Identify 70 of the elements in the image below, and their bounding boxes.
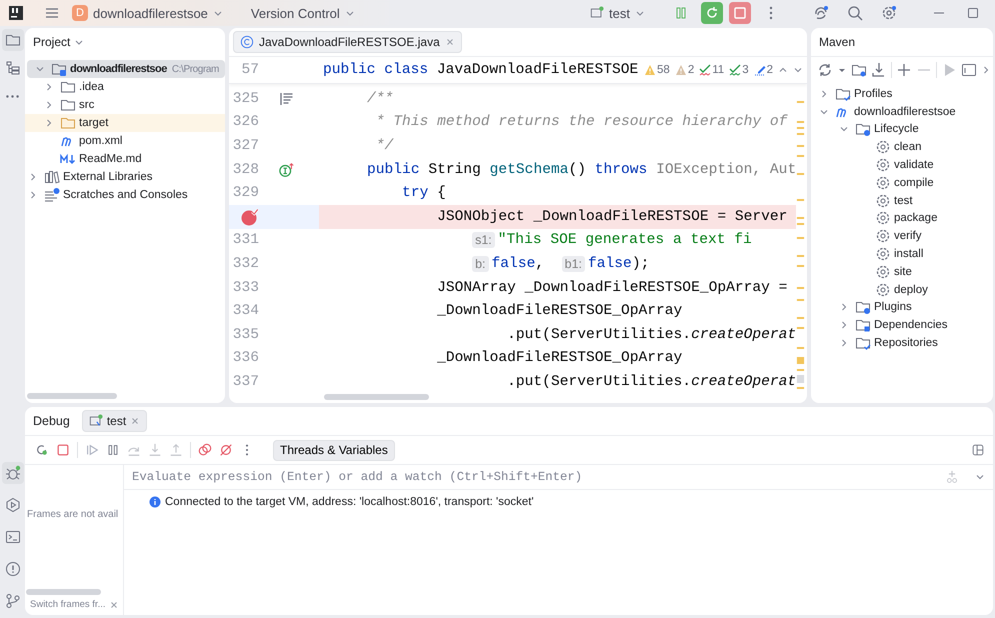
- hint-text: Switch frames fr...: [30, 599, 106, 610]
- project-name: downloadfilerestsoe: [93, 6, 208, 20]
- inspection-count: 2: [688, 64, 694, 76]
- project-badge: D: [72, 5, 88, 21]
- code-line: * This method returns the resource hierarchy of: [374, 114, 788, 130]
- project-selector[interactable]: D downloadfilerestsoe: [66, 3, 229, 23]
- tree-item[interactable]: src: [25, 96, 225, 114]
- inspection-count: 11: [712, 64, 724, 76]
- line-number: 337: [232, 374, 259, 390]
- tree-item[interactable]: target: [25, 114, 225, 132]
- code-line: b: false, b1: false);: [319, 256, 650, 272]
- code-line: public class JavaDownloadFileRESTSOE: [322, 62, 638, 78]
- inspection-count: 3: [742, 64, 749, 76]
- line-number: 57: [240, 62, 259, 78]
- tree-item[interactable]: External Libraries: [25, 168, 225, 186]
- line-number: 329: [232, 185, 259, 202]
- frames-message: Frames are not avail: [26, 509, 120, 520]
- panel-title: Maven: [819, 35, 856, 49]
- line-number: 331: [232, 232, 259, 248]
- tree-item[interactable]: Plugins: [811, 298, 993, 316]
- code-line: /**: [366, 90, 394, 107]
- tree-item[interactable]: install: [811, 245, 993, 263]
- code-line: _DownloadFileRESTSOE_OpArray: [436, 303, 682, 320]
- tree-item[interactable]: ReadMe.md: [25, 150, 225, 168]
- line-number: 335: [232, 326, 259, 343]
- run-config-selector[interactable]: test: [584, 4, 651, 22]
- console-message: Connected to the target VM, address: 'localhost:8016', transport: 'socket': [165, 496, 534, 508]
- evaluate-field[interactable]: Evaluate expression (Enter) or add a watch (Ctrl+Shift+Enter): [124, 469, 929, 485]
- line-number: 327: [232, 138, 259, 154]
- line-number: 332: [232, 256, 259, 272]
- inspection-count: 2: [766, 64, 773, 76]
- tree-item[interactable]: package: [811, 210, 993, 228]
- tree-item[interactable]: test: [811, 192, 993, 210]
- tree-item[interactable]: pom.xml: [25, 132, 225, 150]
- tree-item[interactable]: compile: [811, 174, 993, 192]
- code-line: _DownloadFileRESTSOE_OpArray: [436, 350, 682, 366]
- code-line: public String getSchema() throws IOException, Aut: [366, 162, 796, 178]
- panel-title[interactable]: Project: [33, 35, 70, 49]
- tree-item[interactable]: Dependencies: [811, 316, 993, 334]
- editor-tab[interactable]: JavaDownloadFileRESTSOE.java: [233, 31, 462, 53]
- tree-item[interactable]: .idea: [25, 78, 225, 96]
- tree-item[interactable]: Lifecycle: [811, 120, 993, 138]
- threads-variables-button[interactable]: Threads & Variables: [273, 440, 395, 460]
- line-number: 325: [232, 90, 259, 107]
- code-line: */: [374, 138, 394, 154]
- tree-item[interactable]: deploy: [811, 280, 993, 299]
- tree-item[interactable]: downloadfilerestsoe C:\Program: [27, 60, 225, 78]
- line-number: 333: [232, 280, 259, 296]
- code-line: .put(ServerUtilities.createOperat: [506, 374, 796, 390]
- tree-item[interactable]: downloadfilerestsoe: [811, 102, 993, 121]
- line-number: 326: [232, 114, 259, 130]
- line-number: 328: [232, 162, 259, 178]
- version-control-menu[interactable]: Version Control: [244, 4, 361, 22]
- tree-item[interactable]: clean: [811, 138, 993, 156]
- tree-item[interactable]: Repositories: [811, 334, 993, 352]
- line-number: 334: [232, 303, 259, 320]
- tree-item[interactable]: site: [811, 262, 993, 281]
- code-line: s1: "This SOE generates a text fi: [319, 232, 752, 248]
- tree-item[interactable]: verify: [811, 227, 993, 246]
- code-line: JSONObject _DownloadFileRESTSOE = Server: [436, 208, 788, 225]
- code-line: try {: [401, 185, 446, 202]
- session-tab[interactable]: test: [82, 410, 148, 432]
- panel-title: Debug: [33, 414, 70, 428]
- code-line: .put(ServerUtilities.createOperat: [506, 326, 796, 343]
- tree-item[interactable]: Profiles: [811, 85, 993, 103]
- tree-item[interactable]: validate: [811, 156, 993, 174]
- inspection-count: 58: [657, 64, 670, 76]
- line-number: 336: [232, 350, 259, 366]
- code-line: JSONArray _DownloadFileRESTSOE_OpArray =: [436, 280, 788, 296]
- tree-item[interactable]: Scratches and Consoles: [25, 186, 225, 204]
